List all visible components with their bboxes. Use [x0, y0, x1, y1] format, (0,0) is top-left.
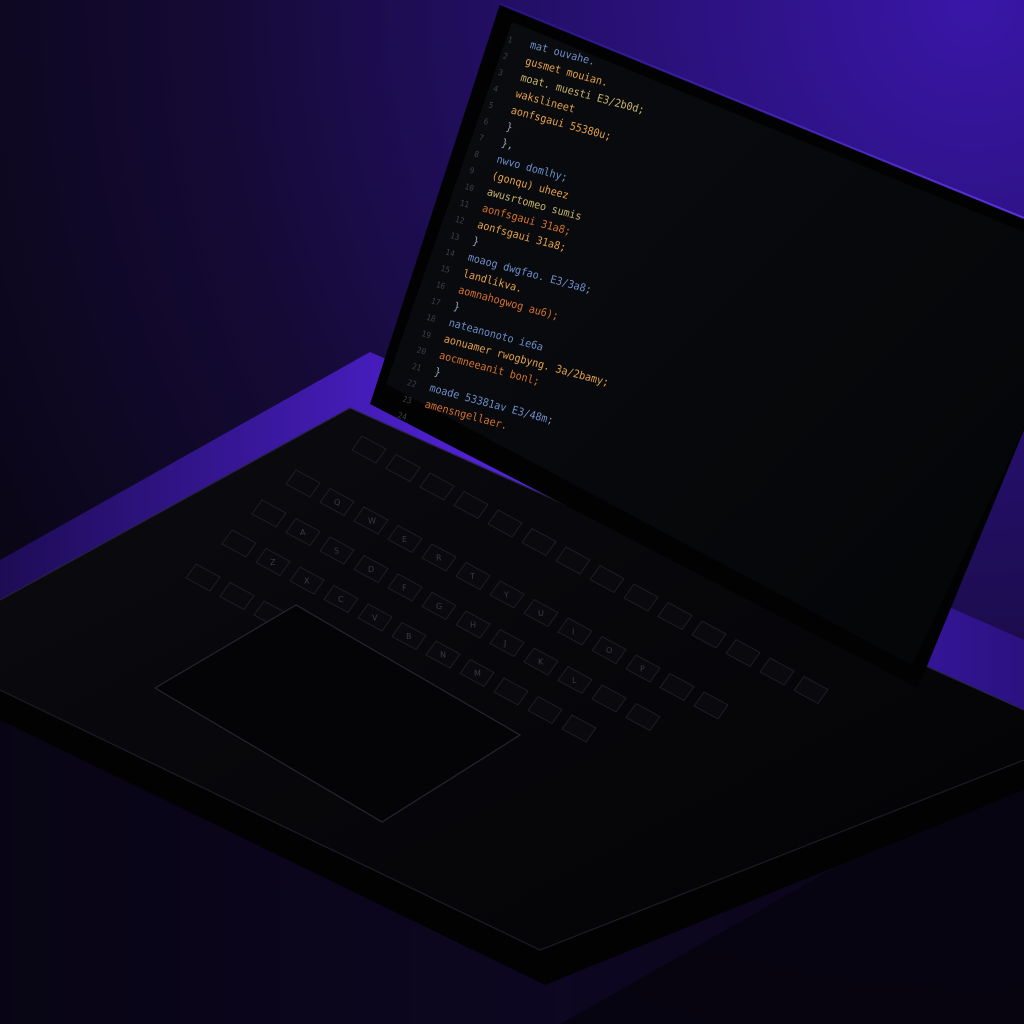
key-label: O: [606, 646, 612, 655]
key-label: P: [640, 665, 645, 674]
key-label: R: [436, 554, 442, 563]
key-label: S: [334, 547, 339, 556]
key-label: V: [372, 614, 378, 623]
key-label: C: [338, 595, 344, 604]
key-label: M: [474, 669, 481, 678]
key-label: T: [469, 572, 475, 581]
key-label: N: [440, 651, 446, 660]
key-label: U: [538, 609, 544, 618]
key-label: Z: [270, 558, 276, 567]
key-label: Y: [503, 591, 509, 600]
key-label: K: [538, 658, 544, 667]
key-label: J: [503, 639, 506, 648]
key-label: Q: [334, 498, 340, 507]
key-label: X: [304, 577, 310, 586]
key-label: F: [402, 584, 407, 593]
key-label: I: [572, 628, 574, 637]
key-label: G: [436, 602, 442, 611]
key-label: B: [406, 632, 412, 641]
laptop-scene: QWERTYUIOPASDFGHJKLZXCVBNM 1234567891011…: [0, 3, 1024, 1024]
key-label: A: [300, 528, 306, 537]
key-label: W: [368, 517, 376, 526]
key-label: L: [572, 676, 577, 685]
key-label: E: [402, 535, 407, 544]
key-label: D: [368, 565, 374, 574]
key-label: H: [470, 621, 476, 630]
